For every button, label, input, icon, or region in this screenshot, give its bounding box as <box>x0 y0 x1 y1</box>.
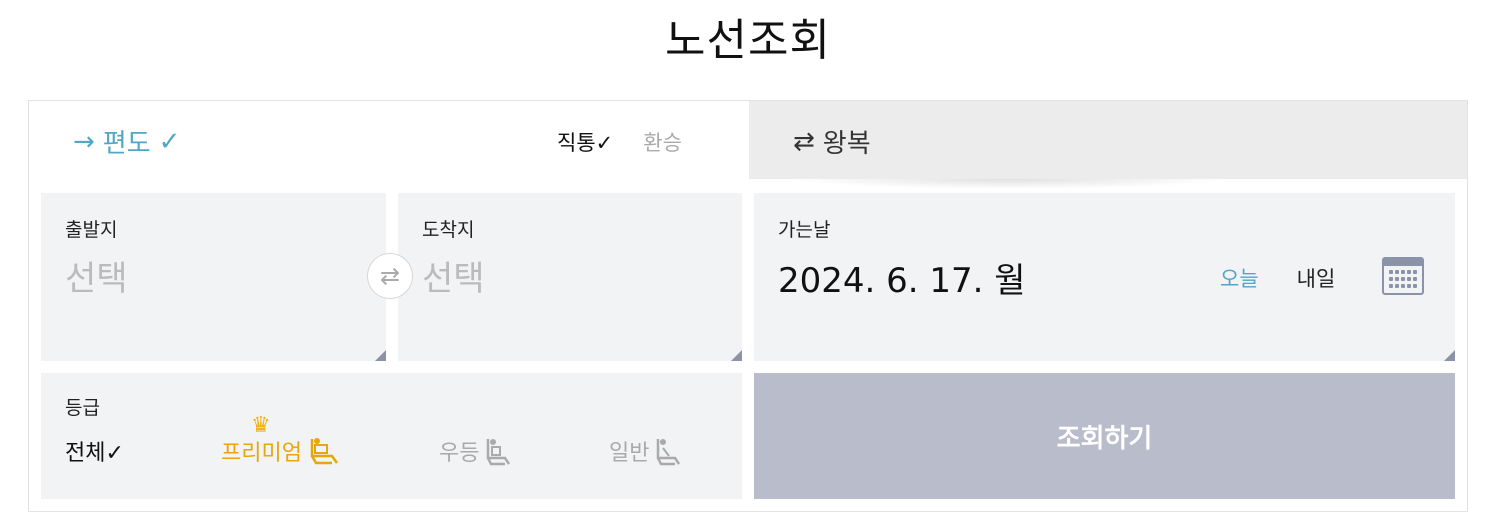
calendar-icon[interactable] <box>1382 257 1424 295</box>
route-options: 직통✓ 환승 <box>557 127 682 157</box>
tab-shadow <box>789 179 1229 189</box>
check-icon: ✓ <box>158 126 181 157</box>
search-button[interactable]: 조회하기 <box>754 373 1455 499</box>
trip-type-tabs: → 편도 ✓ 직통✓ 환승 ⇄ 왕복 <box>29 101 1467 189</box>
date-label: 가는날 <box>778 219 831 241</box>
swap-arrows-icon: ⇄ <box>793 126 815 157</box>
corner-triangle-icon <box>1444 350 1455 361</box>
departure-label: 출발지 <box>65 219 118 241</box>
corner-triangle-icon <box>375 350 386 361</box>
option-direct[interactable]: 직통✓ <box>557 127 613 157</box>
calendar-dots <box>1389 270 1419 288</box>
arrival-value: 선택 <box>422 259 485 299</box>
option-transfer[interactable]: 환승 <box>643 127 682 157</box>
date-selector[interactable]: 가는날 2024. 6. 17. 월 오늘 내일 <box>754 193 1455 361</box>
swap-stations-button[interactable]: ⇄ <box>367 253 413 299</box>
today-link[interactable]: 오늘 <box>1220 263 1259 293</box>
grade-selector: 등급 ♛ 전체✓ 프리미엄 우등 일반 <box>41 373 742 499</box>
departure-value: 선택 <box>65 259 128 299</box>
recliner-seat-icon <box>306 436 340 466</box>
grade-all-text: 전체✓ <box>65 441 124 466</box>
tomorrow-link[interactable]: 내일 <box>1297 263 1336 293</box>
grade-option-all[interactable]: 전체✓ <box>65 435 124 467</box>
oneway-label[interactable]: → 편도 ✓ <box>73 123 180 160</box>
seat-icon <box>653 436 683 466</box>
corner-triangle-icon <box>731 350 742 361</box>
roundtrip-label[interactable]: ⇄ 왕복 <box>793 123 871 160</box>
date-value: 2024. 6. 17. 월 <box>778 261 1026 301</box>
calendar-header <box>1384 259 1422 266</box>
tab-roundtrip[interactable]: ⇄ 왕복 <box>749 101 1467 179</box>
grade-option-normal[interactable]: 일반 <box>609 435 683 467</box>
date-shortcuts: 오늘 내일 <box>1220 263 1335 293</box>
grade-option-premium[interactable]: 프리미엄 <box>221 435 340 467</box>
swap-icon: ⇄ <box>379 262 401 290</box>
grade-options: 전체✓ 프리미엄 우등 일반 <box>41 435 742 475</box>
oneway-text: 편도 <box>102 129 151 159</box>
grade-premium-text: 프리미엄 <box>221 441 302 466</box>
grade-label: 등급 <box>65 397 100 419</box>
tab-oneway[interactable]: → 편도 ✓ 직통✓ 환승 <box>29 101 749 179</box>
arrival-selector[interactable]: 도착지 선택 <box>398 193 742 361</box>
grade-normal-text: 일반 <box>609 441 650 466</box>
arrow-right-icon: → <box>73 126 95 157</box>
departure-selector[interactable]: 출발지 선택 <box>41 193 386 361</box>
seat-icon <box>483 436 513 466</box>
route-search-panel: → 편도 ✓ 직통✓ 환승 ⇄ 왕복 출발지 선택 ⇄ 도착지 선택 가는날 2… <box>28 100 1468 512</box>
grade-option-first[interactable]: 우등 <box>439 435 513 467</box>
page-title: 노선조회 <box>665 15 831 66</box>
grade-first-text: 우등 <box>439 441 480 466</box>
arrival-label: 도착지 <box>422 219 475 241</box>
roundtrip-text: 왕복 <box>822 129 871 159</box>
